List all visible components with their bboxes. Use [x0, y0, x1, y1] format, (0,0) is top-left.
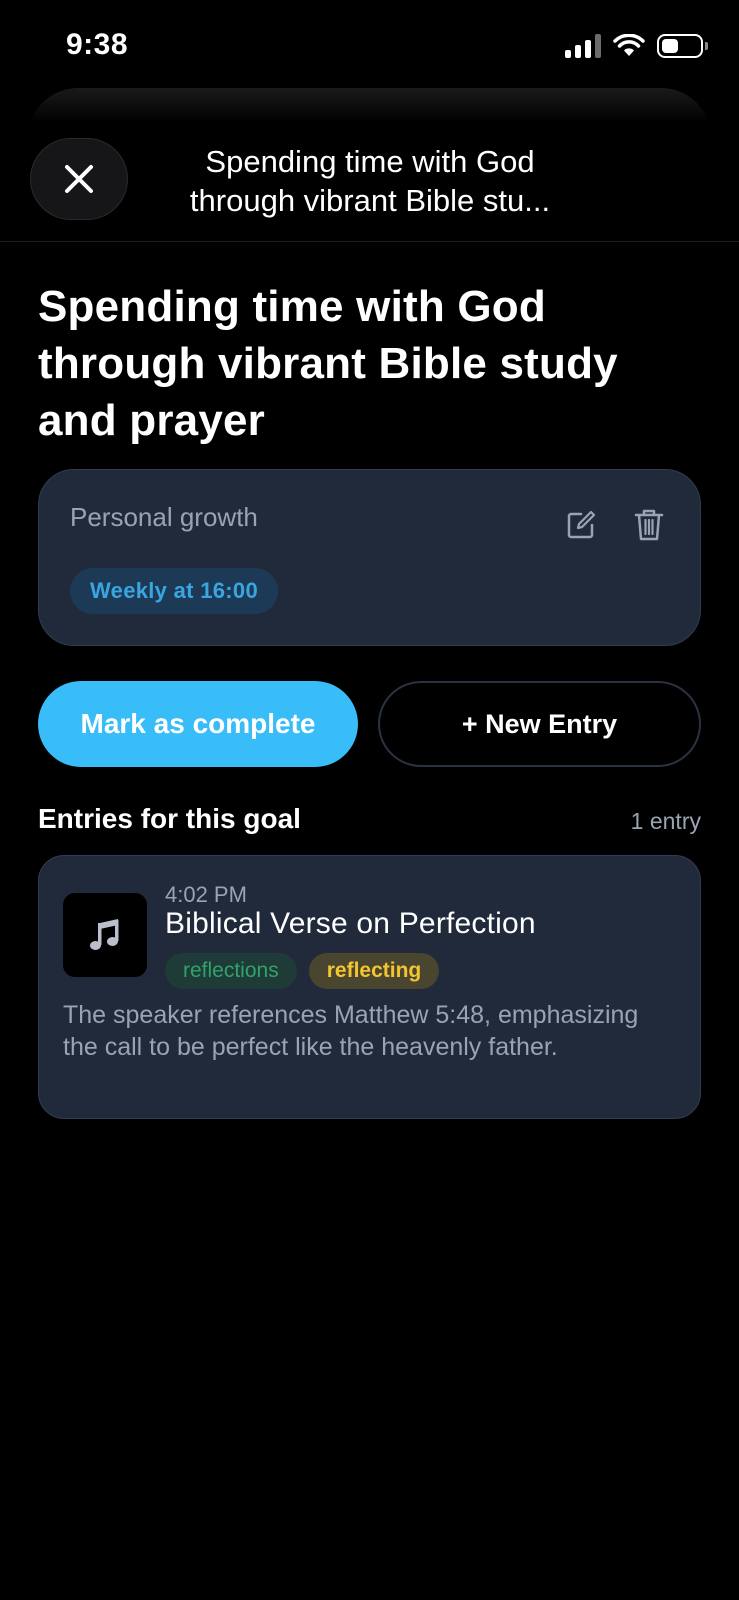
- schedule-badge: Weekly at 16:00: [70, 568, 278, 614]
- goal-actions: [564, 508, 666, 542]
- cellular-signal-icon: [565, 34, 601, 58]
- new-entry-button[interactable]: + New Entry: [378, 681, 701, 767]
- wifi-icon: [613, 34, 645, 56]
- mark-complete-button[interactable]: Mark as complete: [38, 681, 358, 767]
- close-icon: [65, 165, 93, 193]
- entry-title: Biblical Verse on Perfection: [165, 907, 536, 940]
- entries-heading: Entries for this goal: [38, 803, 301, 834]
- entry-time: 4:02 PM: [165, 882, 247, 907]
- entries-count: 1 entry: [630, 808, 701, 834]
- edit-icon: [567, 510, 596, 539]
- goal-card: Personal growth Weekly at 16:00: [38, 469, 701, 646]
- delete-button[interactable]: [632, 508, 666, 542]
- header-title: Spending time with God through vibrant B…: [189, 144, 551, 218]
- entry-description: The speaker references Matthew 5:48, emp…: [63, 1001, 639, 1061]
- status-bar: 9:38: [0, 0, 739, 90]
- screen: 9:38 Spending time with God through vibr…: [0, 0, 739, 1600]
- status-icons: [565, 34, 708, 58]
- goal-category: Personal growth: [70, 502, 258, 532]
- music-note-icon: [90, 919, 119, 950]
- tag-reflections: reflections: [165, 953, 297, 989]
- entry-tags: reflections reflecting: [165, 953, 440, 989]
- edit-button[interactable]: [564, 508, 598, 542]
- trash-icon: [634, 509, 664, 541]
- entry-card[interactable]: 4:02 PM Biblical Verse on Perfection ref…: [38, 855, 701, 1119]
- tag-reflecting: reflecting: [308, 953, 440, 989]
- entry-thumbnail: [63, 893, 147, 977]
- battery-icon: [657, 34, 708, 58]
- close-button[interactable]: [30, 138, 128, 220]
- status-time: 9:38: [66, 28, 129, 61]
- page-title: Spending time with God through vibrant B…: [38, 282, 618, 445]
- sheet-header: Spending time with God through vibrant B…: [0, 120, 739, 242]
